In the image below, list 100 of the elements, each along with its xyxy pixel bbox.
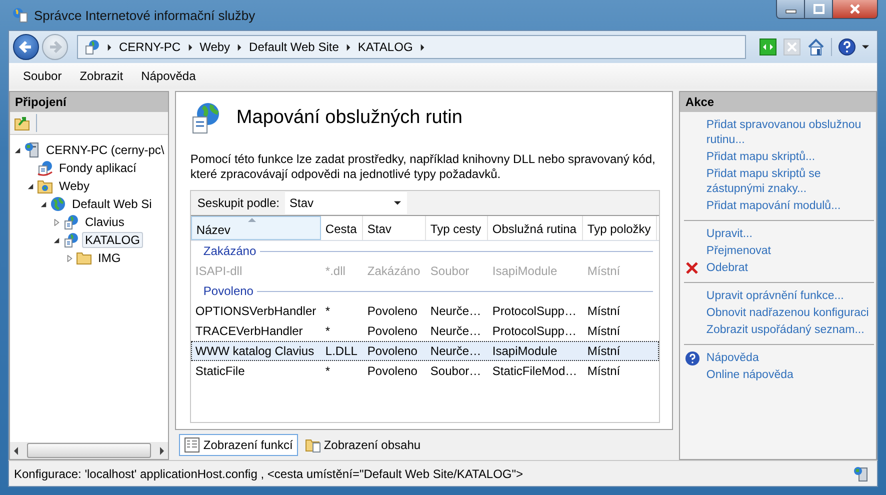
horizontal-scrollbar[interactable]	[10, 442, 168, 459]
app-pool-icon	[37, 160, 53, 176]
breadcrumb[interactable]: KATALOG	[358, 40, 413, 54]
action-link[interactable]: Upravit oprávnění funkce...	[706, 289, 844, 304]
back-button[interactable]	[13, 34, 39, 60]
column-header[interactable]: Typ položky	[583, 216, 658, 240]
maximize-icon	[812, 4, 824, 14]
table-cell-text: Povoleno	[366, 344, 418, 358]
table-cell-text: StaticFileMod…	[491, 364, 578, 378]
action-link[interactable]: Přidat spravovanou obslužnou rutinu...	[706, 118, 874, 148]
table-cell-text: Soubor…	[429, 364, 482, 378]
breadcrumb-arrow-icon[interactable]	[346, 44, 351, 50]
group-by-dropdown[interactable]: Stav	[285, 192, 408, 214]
collapse-arrow-icon[interactable]	[53, 236, 60, 244]
panel-header: Akce	[680, 92, 876, 112]
action-link[interactable]: Přidat mapu skriptů...	[706, 150, 816, 165]
tree-item[interactable]: Clavius	[82, 214, 128, 230]
breadcrumb-arrow-icon[interactable]	[188, 44, 193, 50]
expand-arrow-icon[interactable]	[53, 218, 60, 226]
tree-item[interactable]: IMG	[95, 250, 124, 266]
scroll-right-icon[interactable]	[159, 446, 166, 454]
column-header[interactable]: Typ cesty	[426, 216, 488, 240]
forward-arrow-icon	[47, 39, 63, 55]
menu-item[interactable]: Soubor	[23, 69, 62, 83]
menu-item[interactable]: Zobrazit	[80, 69, 124, 83]
status-text: Konfigurace: 'localhost' applicationHost.config , <cesta umístění="Default Web Site/KATALOG">	[14, 466, 524, 480]
collapse-arrow-icon[interactable]	[40, 200, 47, 208]
maximize-button[interactable]	[804, 0, 833, 19]
tree-item[interactable]: CERNY-PC (cerny-pc\	[43, 142, 168, 158]
help-icon[interactable]	[838, 38, 856, 56]
action-link[interactable]: Odebrat	[706, 261, 748, 276]
home-icon[interactable]	[807, 38, 825, 56]
breadcrumb-arrow-icon[interactable]	[237, 44, 242, 50]
table-cell-text: Neurče…	[429, 304, 482, 318]
action-link[interactable]: Obnovit nadřazenou konfiguraci	[706, 306, 869, 321]
view-tab[interactable]: Zobrazení funkcí	[179, 434, 298, 456]
column-header[interactable]: Cesta	[321, 216, 364, 240]
action-link[interactable]: Nápověda	[706, 351, 759, 366]
window-title: Správce Internetové informační služby	[34, 8, 256, 22]
help-icon	[684, 351, 700, 366]
column-header[interactable]: Obslužná rutina	[488, 216, 584, 240]
tree-item[interactable]: KATALOG	[82, 232, 143, 248]
view-tab[interactable]: Zobrazení obsahu	[300, 434, 426, 456]
server-icon	[853, 466, 869, 482]
tree-item[interactable]: Weby	[56, 178, 92, 194]
action-link[interactable]: Upravit...	[706, 227, 752, 242]
action-link[interactable]: Přejmenovat	[706, 244, 771, 259]
table-cell-text: Zakázáno	[366, 264, 422, 278]
table-cell-text: StaticFile	[194, 364, 246, 378]
server-icon	[24, 142, 40, 158]
dropdown-arrow-icon[interactable]	[862, 45, 869, 49]
expand-arrow-icon[interactable]	[66, 254, 73, 262]
action-link[interactable]: Přidat mapu skriptů se zástupnými znaky...	[706, 167, 874, 197]
table-cell-text: OPTIONSVerbHandler	[194, 304, 318, 318]
column-header[interactable]: Stav	[363, 216, 426, 240]
scroll-left-icon[interactable]	[13, 446, 19, 454]
close-icon	[849, 4, 861, 14]
table-row[interactable]: WWW katalog Clavius L.DLL Povoleno Neurče… IsapiModule Místní	[191, 341, 660, 361]
tree-item[interactable]: Default Web Si	[69, 196, 155, 212]
table-row[interactable]: StaticFile * Povoleno Soubor… StaticFileMod… Místní	[191, 361, 660, 381]
breadcrumb[interactable]: CERNY-PC	[119, 40, 181, 54]
table-cell-text: Povoleno	[366, 304, 418, 318]
table-cell-text: *	[324, 324, 332, 338]
breadcrumb[interactable]: Weby	[200, 40, 230, 54]
group-by-label: Seskupit podle:	[196, 196, 280, 210]
breadcrumb-arrow-icon[interactable]	[107, 44, 112, 50]
table-row[interactable]: OPTIONSVerbHandler * Povoleno Neurče… ProtocolSupp… Místní	[191, 301, 660, 321]
collapse-arrow-icon[interactable]	[14, 146, 21, 154]
group-header[interactable]: Povoleno	[203, 284, 254, 298]
back-arrow-icon	[18, 39, 34, 55]
table-cell-text: Místní	[586, 304, 622, 318]
address-bar[interactable]: CERNY-PC Weby Default Web Site KATALOG	[77, 35, 746, 59]
table-cell-text: Povoleno	[366, 364, 418, 378]
page-title: Mapování obslužných rutin	[236, 107, 462, 129]
panel-header: Připojení	[10, 92, 168, 112]
action-link[interactable]: Zobrazit uspořádaný seznam...	[706, 323, 864, 338]
breadcrumb[interactable]: Default Web Site	[249, 40, 339, 54]
web-app-icon	[63, 214, 79, 230]
web-app-icon	[63, 232, 79, 248]
table-row[interactable]: TRACEVerbHandler * Povoleno Neurče… ProtocolSupp… Místní	[191, 321, 660, 341]
table-cell-text: *	[324, 364, 332, 378]
dropdown-value: Stav	[289, 196, 314, 210]
breadcrumb-arrow-icon[interactable]	[420, 44, 425, 50]
table-cell-text: IsapiModule	[491, 344, 558, 358]
refresh-icon[interactable]	[759, 38, 777, 56]
table-cell-text: WWW katalog Clavius	[194, 344, 316, 358]
feature-description: Pomocí této funkce lze zadat prostředky, například knihovny DLL nebo spravovaný kód, které zpracovávají odpovědi na jednotlivé typy požadavků.	[190, 152, 656, 182]
action-link[interactable]: Přidat mapování modulů...	[706, 199, 841, 214]
tree-item[interactable]: Fondy aplikací	[56, 160, 140, 176]
close-button[interactable]	[832, 0, 878, 19]
table-cell-text: ProtocolSupp…	[491, 324, 578, 338]
table-cell-text: Místní	[586, 344, 622, 358]
action-link[interactable]: Online nápověda	[706, 368, 794, 383]
minimize-button[interactable]	[776, 0, 805, 19]
table-cell-text: Místní	[586, 364, 622, 378]
delete-icon	[685, 261, 700, 275]
connect-folder-icon[interactable]	[14, 115, 30, 131]
column-header[interactable]: Název	[191, 216, 322, 240]
menu-item[interactable]: Nápověda	[141, 69, 196, 83]
collapse-arrow-icon[interactable]	[27, 182, 34, 190]
